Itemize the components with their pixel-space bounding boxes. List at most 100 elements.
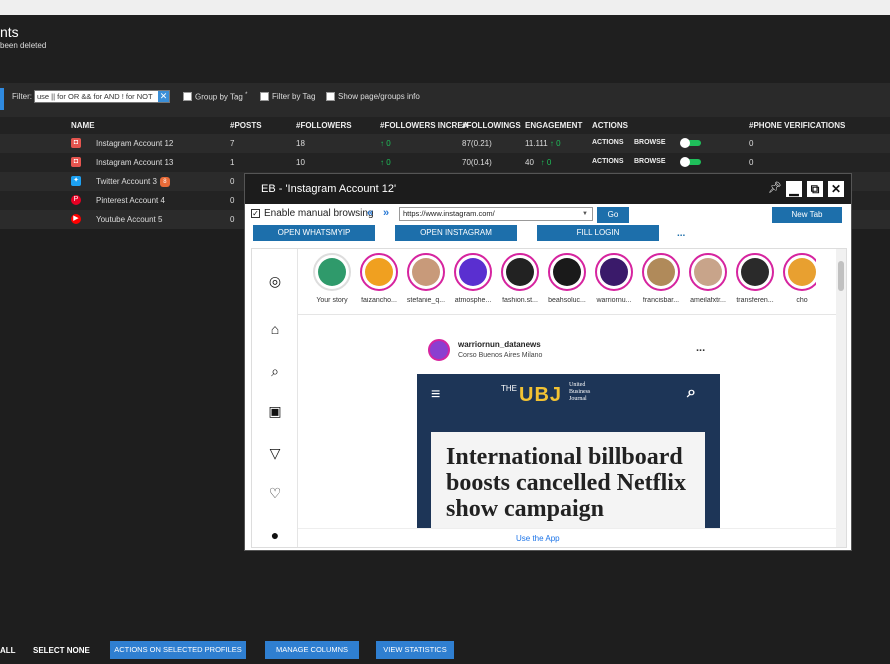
posts-count: 0 [230,177,235,186]
story-item[interactable]: beahsoluc... [541,253,591,313]
open-whatsmyip-button[interactable]: OPEN WHATSMYIP [253,225,375,241]
story-item[interactable]: faizancho... [353,253,403,313]
enable-manual-checkbox[interactable]: ✓ [251,209,260,218]
engagement-value: 11.111 ↑ 0 [525,139,561,148]
new-tab-button[interactable]: New Tab [772,207,842,223]
col-followings[interactable]: #FOLLOWINGS [462,121,521,130]
avatar [412,258,440,286]
col-engagement[interactable]: ENGAGEMENT [525,121,582,130]
story-item[interactable]: ameilafxtr... [682,253,732,313]
home-icon[interactable]: ⌂ [267,321,283,337]
manage-columns-button[interactable]: MANAGE COLUMNS [265,641,359,659]
actions-on-selected-button[interactable]: ACTIONS ON SELECTED PROFILES [110,641,246,659]
more-options-button[interactable]: ... [677,228,685,239]
open-instagram-button[interactable]: OPEN INSTAGRAM [395,225,517,241]
page-subtitle: been deleted [0,41,47,50]
story-item[interactable]: transferen... [729,253,779,313]
instagram-icon: ◘ [71,157,81,167]
posts-count: 0 [230,215,235,224]
avatar [788,258,816,286]
story-item[interactable]: fashion.st... [494,253,544,313]
go-button[interactable]: Go [597,207,629,223]
story-item[interactable]: atmosphe... [447,253,497,313]
posts-count: 7 [230,139,235,148]
table-row[interactable]: ◘ Instagram Account 12 7 18 ↑ 0 87(0.21)… [0,134,890,153]
post-author-avatar[interactable] [428,339,450,361]
scrollbar[interactable] [836,249,846,547]
browse-link[interactable]: BROWSE [634,139,666,146]
filter-by-tag-checkbox[interactable] [260,92,269,101]
profile-avatar[interactable]: ● [267,527,283,543]
view-statistics-button[interactable]: VIEW STATISTICS [376,641,454,659]
scrollbar-thumb[interactable] [838,261,844,291]
url-input[interactable]: https://www.instagram.com/▼ [399,207,593,221]
story-item[interactable]: cho [776,253,816,313]
story-item[interactable]: Your story [306,253,356,313]
table-row[interactable]: ◘ Instagram Account 13 1 10 ↑ 0 70(0.14)… [0,153,890,172]
story-item[interactable]: stefanie_q... [400,253,450,313]
account-name[interactable]: Youtube Account 5 [96,215,162,224]
chevron-down-icon[interactable]: ▼ [582,208,588,220]
messages-icon[interactable]: ▽ [267,445,283,461]
clear-filter-icon[interactable]: ✕ [158,91,169,102]
filter-bar: Filter: use || for OR && for AND ! for N… [0,83,890,117]
story-item[interactable]: francisbar... [635,253,685,313]
back-icon[interactable]: « [367,207,373,219]
reels-icon[interactable]: ▣ [267,403,283,419]
show-info-label: Show page/groups info [338,92,420,101]
account-toggle[interactable] [680,157,702,167]
fill-login-button[interactable]: FILL LOGIN [537,225,659,241]
avatar [600,258,628,286]
close-icon[interactable]: ✕ [828,181,844,197]
post-username[interactable]: warriornun_datanews [458,340,541,349]
restore-icon[interactable]: ⧉ [807,181,823,197]
account-name[interactable]: Twitter Account 38 [96,177,170,187]
feed: warriornun_datanews Corso Buenos Aires M… [298,315,838,547]
col-name[interactable]: NAME [71,121,95,130]
side-tab[interactable] [0,88,4,110]
ubj-the: THE [501,384,517,393]
account-name[interactable]: Instagram Account 12 [96,139,173,148]
post-location[interactable]: Corso Buenos Aires Milano [458,352,542,359]
followers-count: 10 [296,158,305,167]
account-name[interactable]: Instagram Account 13 [96,158,173,167]
use-app-link[interactable]: Use the App [516,534,560,543]
actions-link[interactable]: ACTIONS [592,139,624,146]
col-followers[interactable]: #FOLLOWERS [296,121,352,130]
notifications-icon[interactable]: ♡ [267,485,283,501]
account-toggle[interactable] [680,138,702,148]
filter-input[interactable]: use || for OR && for AND ! for NOT [34,90,170,103]
enable-manual-label: Enable manual browsing [264,208,374,219]
browse-link[interactable]: BROWSE [634,158,666,165]
forward-icon[interactable]: » [383,207,389,219]
avatar [647,258,675,286]
col-posts[interactable]: #POSTS [230,121,262,130]
popup-titlebar[interactable]: EB - 'Instagram Account 12' 📌︎ ▁ ⧉ ✕ [245,174,851,204]
minimize-icon[interactable]: ▁ [786,181,802,197]
col-actions[interactable]: ACTIONS [592,121,628,130]
actions-link[interactable]: ACTIONS [592,158,624,165]
account-name[interactable]: Pinterest Account 4 [96,196,165,205]
twitter-icon: ✦ [71,176,81,186]
followers-increase: ↑ 0 [380,139,391,148]
pinterest-icon: P [71,195,81,205]
search-icon[interactable]: ⌕ [267,363,283,379]
stories-bar: Your story faizancho... stefanie_q... at… [298,249,838,315]
pin-icon[interactable]: 📌︎ [768,181,782,194]
bottom-toolbar: ALL SELECT NONE ACTIONS ON SELECTED PROF… [0,638,890,664]
select-all-button[interactable]: ALL [0,646,16,655]
popup-title: EB - 'Instagram Account 12' [261,183,397,195]
instagram-logo-icon[interactable]: ◎ [267,273,283,289]
top-strip [0,0,890,15]
page-header: nts been deleted [0,15,890,83]
phone-verifications: 0 [749,158,754,167]
col-phone-verifications[interactable]: #PHONE VERIFICATIONS [749,121,845,130]
group-by-tag-checkbox[interactable] [183,92,192,101]
show-info-checkbox[interactable] [326,92,335,101]
avatar [459,258,487,286]
col-followers-increase[interactable]: #FOLLOWERS INCREA [380,121,468,130]
select-none-button[interactable]: SELECT NONE [33,646,90,655]
story-item[interactable]: warriornu... [588,253,638,313]
avatar [365,258,393,286]
post-more-icon[interactable]: ... [696,342,705,354]
